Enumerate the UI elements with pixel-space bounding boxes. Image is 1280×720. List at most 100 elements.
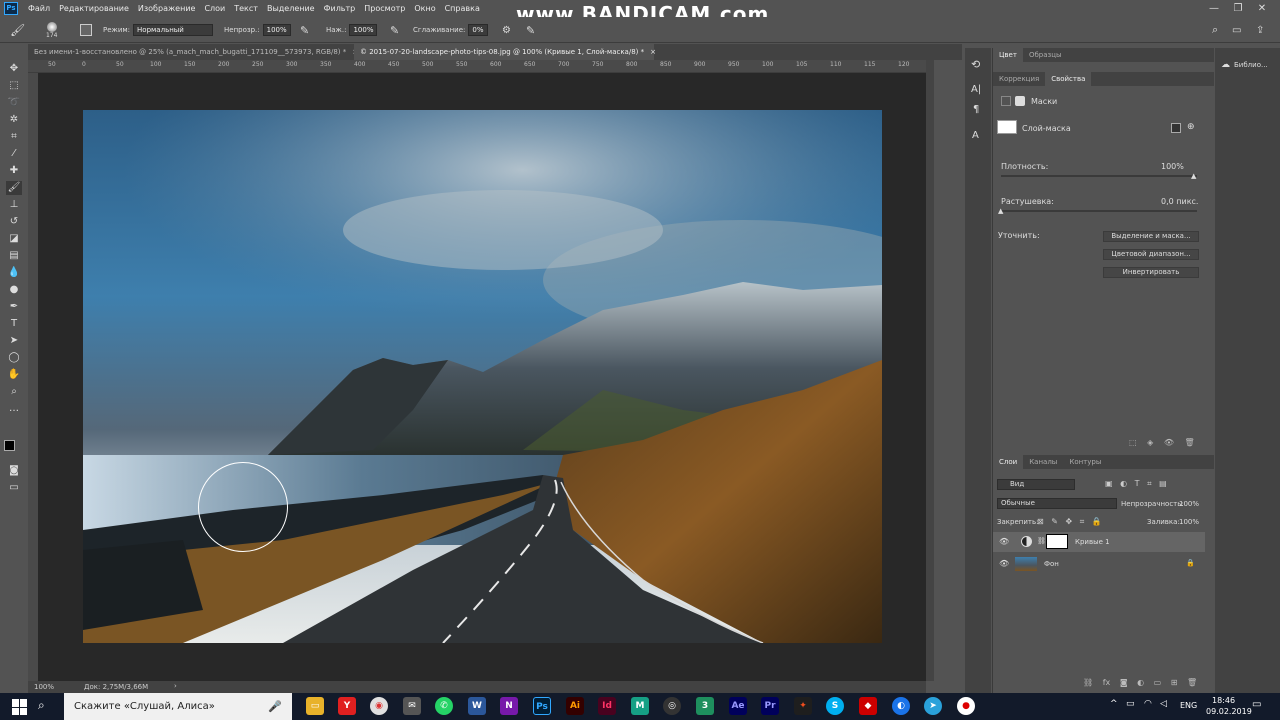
screen-mode-icon[interactable]: ▭ xyxy=(6,481,22,495)
lock-pixels-icon[interactable]: ✎ xyxy=(1051,517,1058,526)
layer-row-curves[interactable]: 👁 ⛓ Кривые 1 xyxy=(993,532,1205,552)
tab-document-2[interactable]: © 2015-07-20-landscape-photo-tips-08.jpg… xyxy=(354,44,656,60)
vertical-scrollbar[interactable] xyxy=(926,60,934,681)
windows-start-icon[interactable] xyxy=(12,699,28,715)
path-select-tool-icon[interactable]: ➤ xyxy=(6,334,22,348)
clock-date[interactable]: 09.02.2019 xyxy=(1206,707,1252,716)
move-tool-icon[interactable]: ✥ xyxy=(6,62,22,76)
obs-icon[interactable]: ◎ xyxy=(663,697,681,715)
whatsapp-icon[interactable]: ✆ xyxy=(435,697,453,715)
menu-edit[interactable]: Редактирование xyxy=(59,4,129,13)
shape-tool-icon[interactable]: ◯ xyxy=(6,351,22,365)
tab-document-1[interactable]: Без имени-1-восстановлено @ 25% (a_mach_… xyxy=(28,44,358,60)
glyphs-panel-icon[interactable]: A xyxy=(972,130,979,141)
feather-slider[interactable] xyxy=(1001,210,1197,212)
filter-type-icon[interactable]: T xyxy=(1135,479,1140,488)
clone-stamp-tool-icon[interactable]: ⊥ xyxy=(6,198,22,212)
illustrator-icon[interactable]: Ai xyxy=(566,697,584,715)
layer-mask-thumbnail[interactable] xyxy=(1046,534,1068,549)
new-group-icon[interactable]: ▭ xyxy=(1154,678,1162,687)
libraries-button[interactable]: ☁ Библио... xyxy=(1221,60,1268,70)
layer-name[interactable]: Фон xyxy=(1044,560,1059,568)
filter-adjustment-icon[interactable]: ◐ xyxy=(1120,479,1127,488)
gradient-tool-icon[interactable]: ▤ xyxy=(6,249,22,263)
layer-thumbnail[interactable] xyxy=(1015,557,1037,571)
select-and-mask-button[interactable]: Выделение и маска... xyxy=(1103,231,1199,242)
opacity-field[interactable]: 100% xyxy=(262,24,291,36)
quick-select-tool-icon[interactable]: ✲ xyxy=(6,113,22,127)
pressure-opacity-icon[interactable]: ✎ xyxy=(300,17,309,43)
pixel-mask-icon[interactable] xyxy=(1001,96,1011,106)
filter-pixel-icon[interactable]: ▣ xyxy=(1105,479,1113,488)
clock-time[interactable]: 18:46 xyxy=(1212,696,1235,705)
notifications-icon[interactable]: ▭ xyxy=(1252,699,1261,710)
lock-all-icon[interactable]: 🔒 xyxy=(1092,517,1102,526)
word-icon[interactable]: W xyxy=(468,697,486,715)
menu-view[interactable]: Просмотр xyxy=(364,4,405,13)
network-icon[interactable]: ▭ xyxy=(1126,699,1135,709)
layer-name[interactable]: Кривые 1 xyxy=(1075,538,1110,546)
wifi-icon[interactable]: ◠ xyxy=(1144,699,1152,709)
lasso-tool-icon[interactable]: ➰ xyxy=(6,96,22,110)
layer-style-icon[interactable]: fx xyxy=(1103,678,1111,687)
tray-chevron-icon[interactable]: ^ xyxy=(1110,699,1118,709)
file-explorer-icon[interactable]: ▭ xyxy=(306,697,324,715)
after-effects-icon[interactable]: Ae xyxy=(729,697,747,715)
link-layers-icon[interactable]: ⛓ xyxy=(1083,678,1093,687)
tab-close-icon[interactable]: × xyxy=(650,48,656,56)
tab-swatches[interactable]: Образцы xyxy=(1023,48,1068,62)
photoshop-taskbar-icon[interactable]: Ps xyxy=(533,697,551,715)
flow-field[interactable]: 100% xyxy=(349,24,378,36)
eraser-tool-icon[interactable]: ◪ xyxy=(6,232,22,246)
telegram-icon[interactable]: ➤ xyxy=(924,697,942,715)
volume-icon[interactable]: ◁ xyxy=(1160,699,1167,709)
visibility-eye-icon[interactable]: 👁 xyxy=(999,537,1009,546)
pen-tool-icon[interactable]: ✒ xyxy=(6,300,22,314)
menu-layers[interactable]: Слои xyxy=(204,4,225,13)
blend-mode-select[interactable]: Обычные xyxy=(997,498,1117,509)
filter-shape-icon[interactable]: ⌗ xyxy=(1147,479,1152,488)
feather-value[interactable]: 0,0 пикс. xyxy=(1161,197,1198,206)
brush-tool-icon[interactable]: 🖌 xyxy=(10,17,25,43)
pressure-size-icon[interactable]: ✎ xyxy=(526,17,535,43)
paragraph-panel-icon[interactable]: ¶ xyxy=(973,104,979,115)
app-blue-icon[interactable]: ◐ xyxy=(892,697,910,715)
blur-tool-icon[interactable]: 💧 xyxy=(6,266,22,280)
density-value[interactable]: 100% xyxy=(1161,162,1184,171)
search-icon[interactable]: ⌕ xyxy=(38,698,45,713)
onenote-icon[interactable]: N xyxy=(500,697,518,715)
filter-smart-icon[interactable]: ▤ xyxy=(1159,479,1167,488)
dodge-tool-icon[interactable]: ● xyxy=(6,283,22,297)
new-layer-icon[interactable]: ⊞ xyxy=(1171,678,1178,687)
fill-value[interactable]: 100% xyxy=(1179,518,1199,526)
premiere-icon[interactable]: Pr xyxy=(761,697,779,715)
healing-brush-tool-icon[interactable]: ✚ xyxy=(6,164,22,178)
vector-mask-icon[interactable] xyxy=(1015,96,1025,106)
tab-color[interactable]: Цвет xyxy=(993,48,1023,62)
smoothing-field[interactable]: 0% xyxy=(468,24,488,36)
zoom-level[interactable]: 100% xyxy=(34,683,54,691)
selection-from-mask-icon[interactable]: ⬚ xyxy=(1129,438,1137,447)
density-slider-handle[interactable]: ▲ xyxy=(1191,172,1196,180)
smoothing-settings-gear-icon[interactable]: ⚙ xyxy=(502,17,511,43)
delete-mask-icon[interactable]: 🗑 xyxy=(1185,438,1195,447)
brush-panel-icon[interactable] xyxy=(80,17,92,43)
menu-image[interactable]: Изображение xyxy=(138,4,196,13)
app-red-icon[interactable]: ◆ xyxy=(859,697,877,715)
zoom-tool-icon[interactable]: ⌕ xyxy=(6,385,22,399)
tab-layers[interactable]: Слои xyxy=(993,455,1024,469)
menu-window[interactable]: Окно xyxy=(414,4,435,13)
feather-slider-handle[interactable]: ▲ xyxy=(998,207,1003,215)
apply-mask-icon[interactable]: ⊕ xyxy=(1187,122,1195,132)
app-3-icon[interactable]: 3 xyxy=(696,697,714,715)
figma-icon[interactable]: ✦ xyxy=(794,697,812,715)
menu-file[interactable]: Файл xyxy=(28,4,50,13)
layer-opacity-value[interactable]: 100% xyxy=(1179,500,1199,508)
menu-select[interactable]: Выделение xyxy=(267,4,315,13)
new-adjustment-icon[interactable]: ◐ xyxy=(1137,678,1144,687)
crop-tool-icon[interactable]: ⌗ xyxy=(6,130,22,144)
invert-button[interactable]: Инвертировать xyxy=(1103,267,1199,278)
bandicam-icon[interactable]: ● xyxy=(957,697,975,715)
select-mask-icon[interactable] xyxy=(1171,123,1181,133)
layer-row-background[interactable]: 👁 Фон 🔒 xyxy=(993,554,1205,574)
